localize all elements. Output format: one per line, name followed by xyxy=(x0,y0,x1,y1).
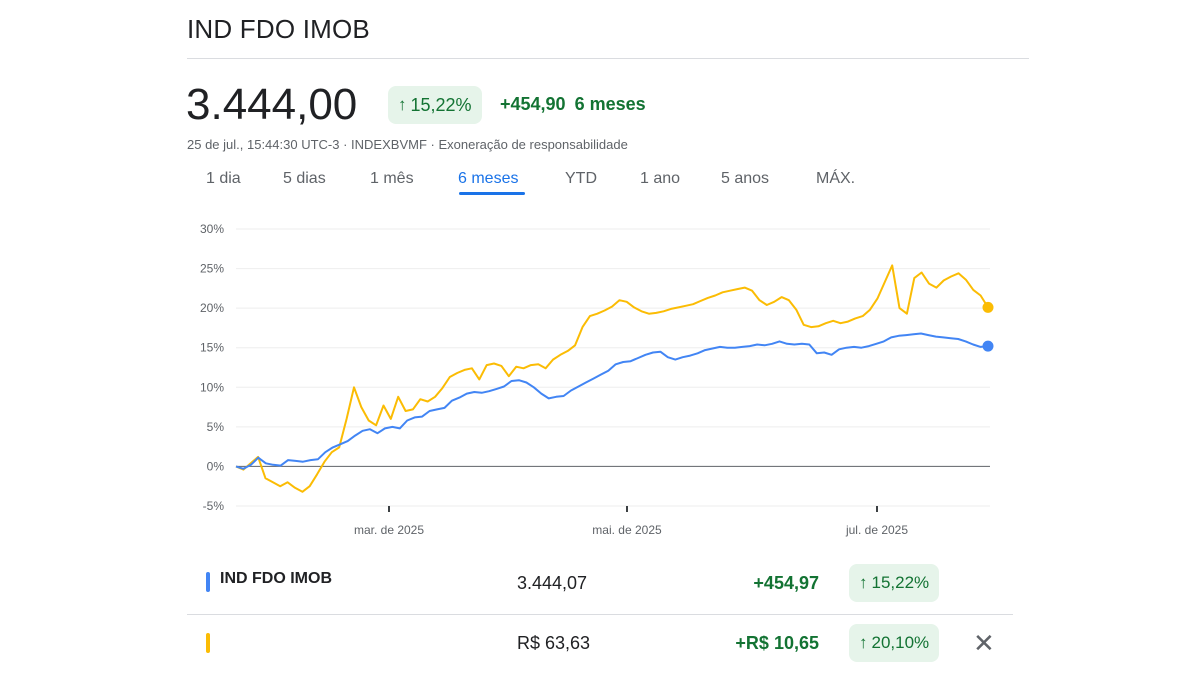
row-value: R$ 63,63 xyxy=(517,633,591,653)
series-line-ind-fdo-imob xyxy=(235,332,989,470)
y-tick-label: 10% xyxy=(200,380,224,394)
row-change-percent: 20,10% xyxy=(871,633,930,652)
series-color-swatch xyxy=(206,572,210,592)
y-tick-label: 20% xyxy=(200,301,224,315)
arrow-up-icon: ↑ xyxy=(859,573,868,592)
y-tick-label: 15% xyxy=(200,341,224,355)
arrow-up-icon: ↑ xyxy=(859,633,868,652)
row-value: 3.444,07 xyxy=(517,573,588,593)
row-change: +454,97 xyxy=(753,573,819,593)
row-change: +R$ 10,65 xyxy=(735,633,819,653)
series-line-comparison xyxy=(235,264,989,493)
series-end-marker xyxy=(982,301,994,313)
y-tick-label: 30% xyxy=(200,222,224,236)
y-tick-label: 25% xyxy=(200,262,224,276)
y-tick-label: 0% xyxy=(207,459,225,473)
table-row[interactable]: R$ 63,63 +R$ 10,65 ↑ 20,10% ✕ xyxy=(187,614,1013,671)
row-change-percent: 15,22% xyxy=(871,573,930,592)
y-axis-ticks: 30% 25% 20% 15% 10% 5% 0% -5% xyxy=(200,222,224,513)
series-end-marker xyxy=(982,340,994,352)
x-tick-label: mar. de 2025 xyxy=(354,523,424,537)
close-icon[interactable]: ✕ xyxy=(973,630,995,656)
y-tick-label: -5% xyxy=(203,499,225,513)
x-tick-label: mai. de 2025 xyxy=(592,523,662,537)
chart-series xyxy=(235,264,994,493)
y-tick-label: 5% xyxy=(207,420,225,434)
x-axis-ticks: mar. de 2025 mai. de 2025 jul. de 2025 xyxy=(354,506,908,537)
row-change-percent-badge: ↑ 20,10% xyxy=(849,624,940,662)
row-change-percent-badge: ↑ 15,22% xyxy=(849,564,940,602)
row-name: IND FDO IMOB xyxy=(220,570,332,587)
x-tick-label: jul. de 2025 xyxy=(845,523,908,537)
series-color-swatch xyxy=(206,633,210,653)
table-row[interactable]: IND FDO IMOB 3.444,07 +454,97 ↑ 15,22% xyxy=(187,556,1013,612)
